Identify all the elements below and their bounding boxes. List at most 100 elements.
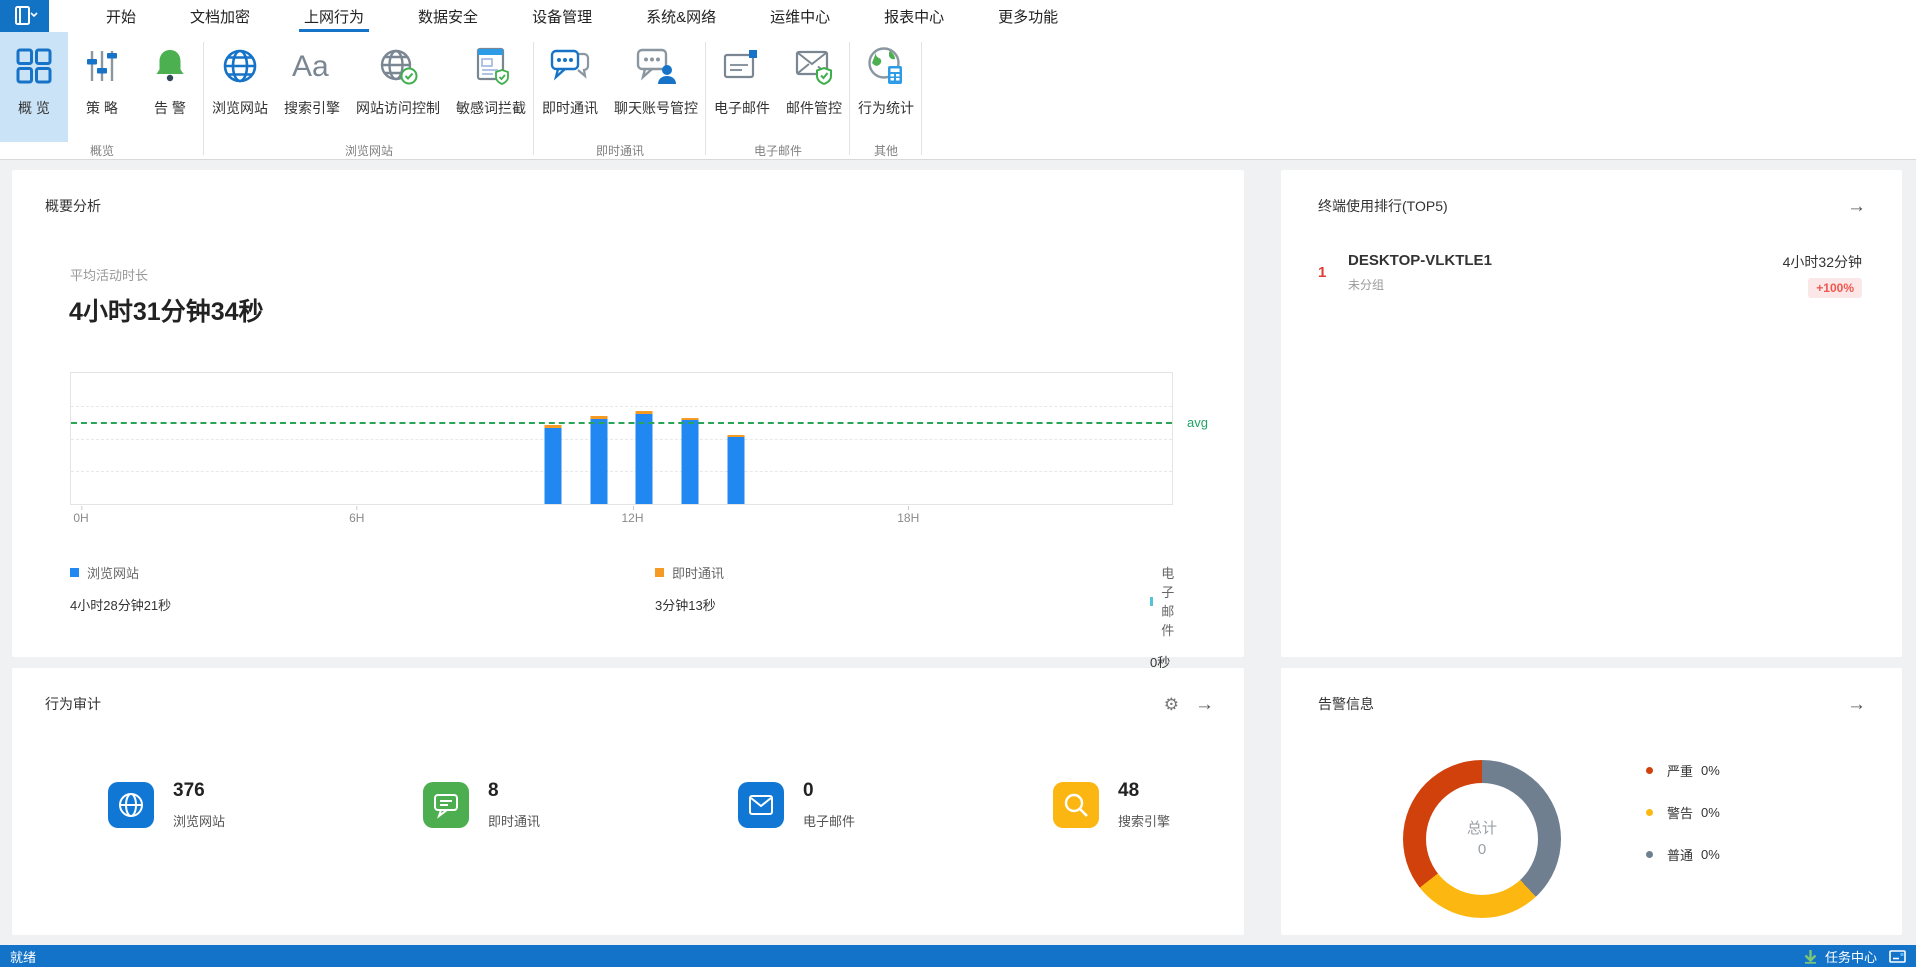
panel-title: 终端使用排行(TOP5) <box>1318 198 1448 214</box>
tab-start[interactable]: 开始 <box>79 0 163 32</box>
tab-internet-behavior[interactable]: 上网行为 <box>277 0 391 32</box>
ribbon-item-instant-messaging[interactable]: 即时通讯 <box>534 32 606 142</box>
arrow-right-icon[interactable]: → <box>1847 197 1866 216</box>
alert-legend-critical: 严重 0% <box>1646 756 1720 784</box>
avg-line: avg <box>71 415 1208 430</box>
ribbon-group-label: 浏览网站 <box>344 144 393 158</box>
status-text: 就绪 <box>10 949 37 965</box>
avg-activity-label: 平均活动时长 <box>70 268 149 283</box>
alert-info-panel: 告警信息 → 总计 0 严重 0% 警告 0% 普通 0% <box>1281 668 1902 935</box>
ribbon-item-overview[interactable]: 概 览 <box>0 32 68 142</box>
tab-data-security[interactable]: 数据安全 <box>391 0 505 32</box>
panel-title: 行为审计 <box>45 696 101 712</box>
menu-tabs: 开始 文档加密 上网行为 数据安全 设备管理 系统&网络 运维中心 报表中心 更… <box>79 0 1085 32</box>
bar <box>590 373 608 504</box>
rank-number: 1 <box>1318 264 1327 281</box>
globe-icon <box>214 40 266 92</box>
tab-system-network[interactable]: 系统&网络 <box>619 0 743 32</box>
globe-icon <box>108 782 154 828</box>
ranking-row[interactable]: 1 DESKTOP-VLKTLE1 未分组 4小时32分钟 +100% <box>1318 252 1862 298</box>
ribbon: 概 览 策 略 告 警 概览 浏览网站 Aa 搜索引擎 网站访问控制 敏感词拦截… <box>0 32 1916 160</box>
chat-icon <box>423 782 469 828</box>
legend-dot <box>1646 766 1653 774</box>
mail-icon <box>738 782 784 828</box>
legend-item-browse: 浏览网站 4小时28分钟21秒 <box>70 566 172 613</box>
app-menu-icon <box>12 5 38 27</box>
chat-user-icon <box>630 40 682 92</box>
terminal-name: DESKTOP-VLKTLE1 <box>1348 252 1492 269</box>
stat-browse-websites[interactable]: 376 浏览网站 <box>108 780 423 830</box>
arrow-right-icon[interactable]: → <box>1847 695 1866 714</box>
tab-more-functions[interactable]: 更多功能 <box>971 0 1085 32</box>
chat-bubbles-icon <box>544 40 596 92</box>
legend-item-im: 即时通讯 3分钟13秒 <box>655 566 725 613</box>
donut-center: 总计 0 <box>1426 783 1538 895</box>
ribbon-item-search-engine[interactable]: Aa 搜索引擎 <box>276 32 348 142</box>
ribbon-item-chat-account-control[interactable]: 聊天账号管控 <box>606 32 706 142</box>
avg-activity-value: 4小时31分钟34秒 <box>69 298 264 326</box>
ribbon-item-email[interactable]: 电子邮件 <box>706 32 778 142</box>
download-arrow-icon <box>1803 949 1818 964</box>
x-axis-ticks: 0H 6H 12H 18H <box>70 506 1173 527</box>
terminal-duration: 4小时32分钟 <box>1782 254 1862 270</box>
x-tick: 18H <box>897 506 920 525</box>
panel-title: 概要分析 <box>45 198 101 214</box>
chart-legend: 浏览网站 4小时28分钟21秒 即时通讯 3分钟13秒 电子邮件 0秒 <box>70 563 1174 670</box>
alert-legend-warning: 警告 0% <box>1646 798 1720 826</box>
legend-swatch <box>655 568 664 577</box>
envelope-icon <box>716 40 768 92</box>
globe-check-icon <box>372 40 424 92</box>
tab-device-management[interactable]: 设备管理 <box>505 0 619 32</box>
x-tick: 0H <box>73 506 89 525</box>
task-center-button[interactable]: 任务中心 <box>1803 947 1877 966</box>
ribbon-item-behavior-statistics[interactable]: 行为统计 <box>850 32 922 142</box>
ribbon-group-label: 概览 <box>89 144 114 158</box>
legend-dot <box>1646 850 1653 858</box>
task-center-label: 任务中心 <box>1824 949 1877 965</box>
stat-email[interactable]: 0 电子邮件 <box>738 780 1053 830</box>
ribbon-group-email: 电子邮件 邮件管控 电子邮件 <box>706 32 850 159</box>
ribbon-group-overview: 概 览 策 略 告 警 概览 <box>0 32 204 159</box>
letters-Aa-icon: Aa <box>286 40 338 92</box>
gear-icon[interactable]: ⚙ <box>1164 696 1179 713</box>
svg-text:Aa: Aa <box>292 50 329 83</box>
sliders-icon <box>76 40 128 92</box>
summary-analysis-panel: 概要分析 平均活动时长 4小时31分钟34秒 avg 0H 6H 12H 18H 浏览… <box>12 170 1244 670</box>
tab-report-center[interactable]: 报表中心 <box>857 0 971 32</box>
audit-stats: 376 浏览网站 8 即时通讯 0 电子邮件 48 搜索引擎 <box>108 780 1368 830</box>
alert-legend: 严重 0% 警告 0% 普通 0% <box>1646 756 1720 882</box>
ribbon-group-label: 其他 <box>873 144 898 158</box>
stat-instant-messaging[interactable]: 8 即时通讯 <box>423 780 738 830</box>
ribbon-item-policy[interactable]: 策 略 <box>68 32 136 142</box>
donut-center-label: 总计 <box>1466 820 1497 837</box>
bar <box>681 373 699 504</box>
ribbon-group-other: 行为统计 其他 <box>850 32 922 159</box>
terminal-ranking-panel: 终端使用排行(TOP5) → 1 DESKTOP-VLKTLE1 未分组 4小时… <box>1281 170 1902 657</box>
tab-doc-encryption[interactable]: 文档加密 <box>163 0 277 32</box>
globe-calculator-icon <box>860 40 912 92</box>
main-content: 概要分析 平均活动时长 4小时31分钟34秒 avg 0H 6H 12H 18H 浏览… <box>0 160 1916 935</box>
tab-ops-center[interactable]: 运维中心 <box>743 0 857 32</box>
change-badge: +100% <box>1808 278 1862 298</box>
legend-item-email: 电子邮件 0秒 <box>1150 566 1175 670</box>
ribbon-group-label: 电子邮件 <box>753 144 802 158</box>
app-menu-button[interactable] <box>0 0 49 32</box>
ribbon-item-alert[interactable]: 告 警 <box>136 32 204 142</box>
ribbon-item-browse-websites[interactable]: 浏览网站 <box>204 32 276 142</box>
ribbon-item-mail-control[interactable]: 邮件管控 <box>778 32 850 142</box>
ribbon-item-sensitive-word-block[interactable]: 敏感词拦截 <box>448 32 534 142</box>
search-icon <box>1053 782 1099 828</box>
x-tick: 6H <box>349 506 365 525</box>
grid-overview-icon <box>8 40 60 92</box>
bars-layer <box>71 373 1172 504</box>
document-shield-icon <box>465 40 517 92</box>
ribbon-group-browse: 浏览网站 Aa 搜索引擎 网站访问控制 敏感词拦截 浏览网站 <box>204 32 534 159</box>
avg-line-label: avg <box>1187 415 1208 431</box>
legend-dot <box>1646 808 1653 816</box>
ribbon-item-website-access-control[interactable]: 网站访问控制 <box>348 32 448 142</box>
bell-icon <box>144 40 196 92</box>
arrow-right-icon[interactable]: → <box>1195 695 1214 714</box>
behavior-audit-panel: 行为审计 ⚙ → 376 浏览网站 8 即时通讯 0 电子邮件 48 搜索引擎 <box>12 668 1244 935</box>
panel-title: 告警信息 <box>1318 696 1374 712</box>
message-window-icon[interactable] <box>1889 949 1906 963</box>
